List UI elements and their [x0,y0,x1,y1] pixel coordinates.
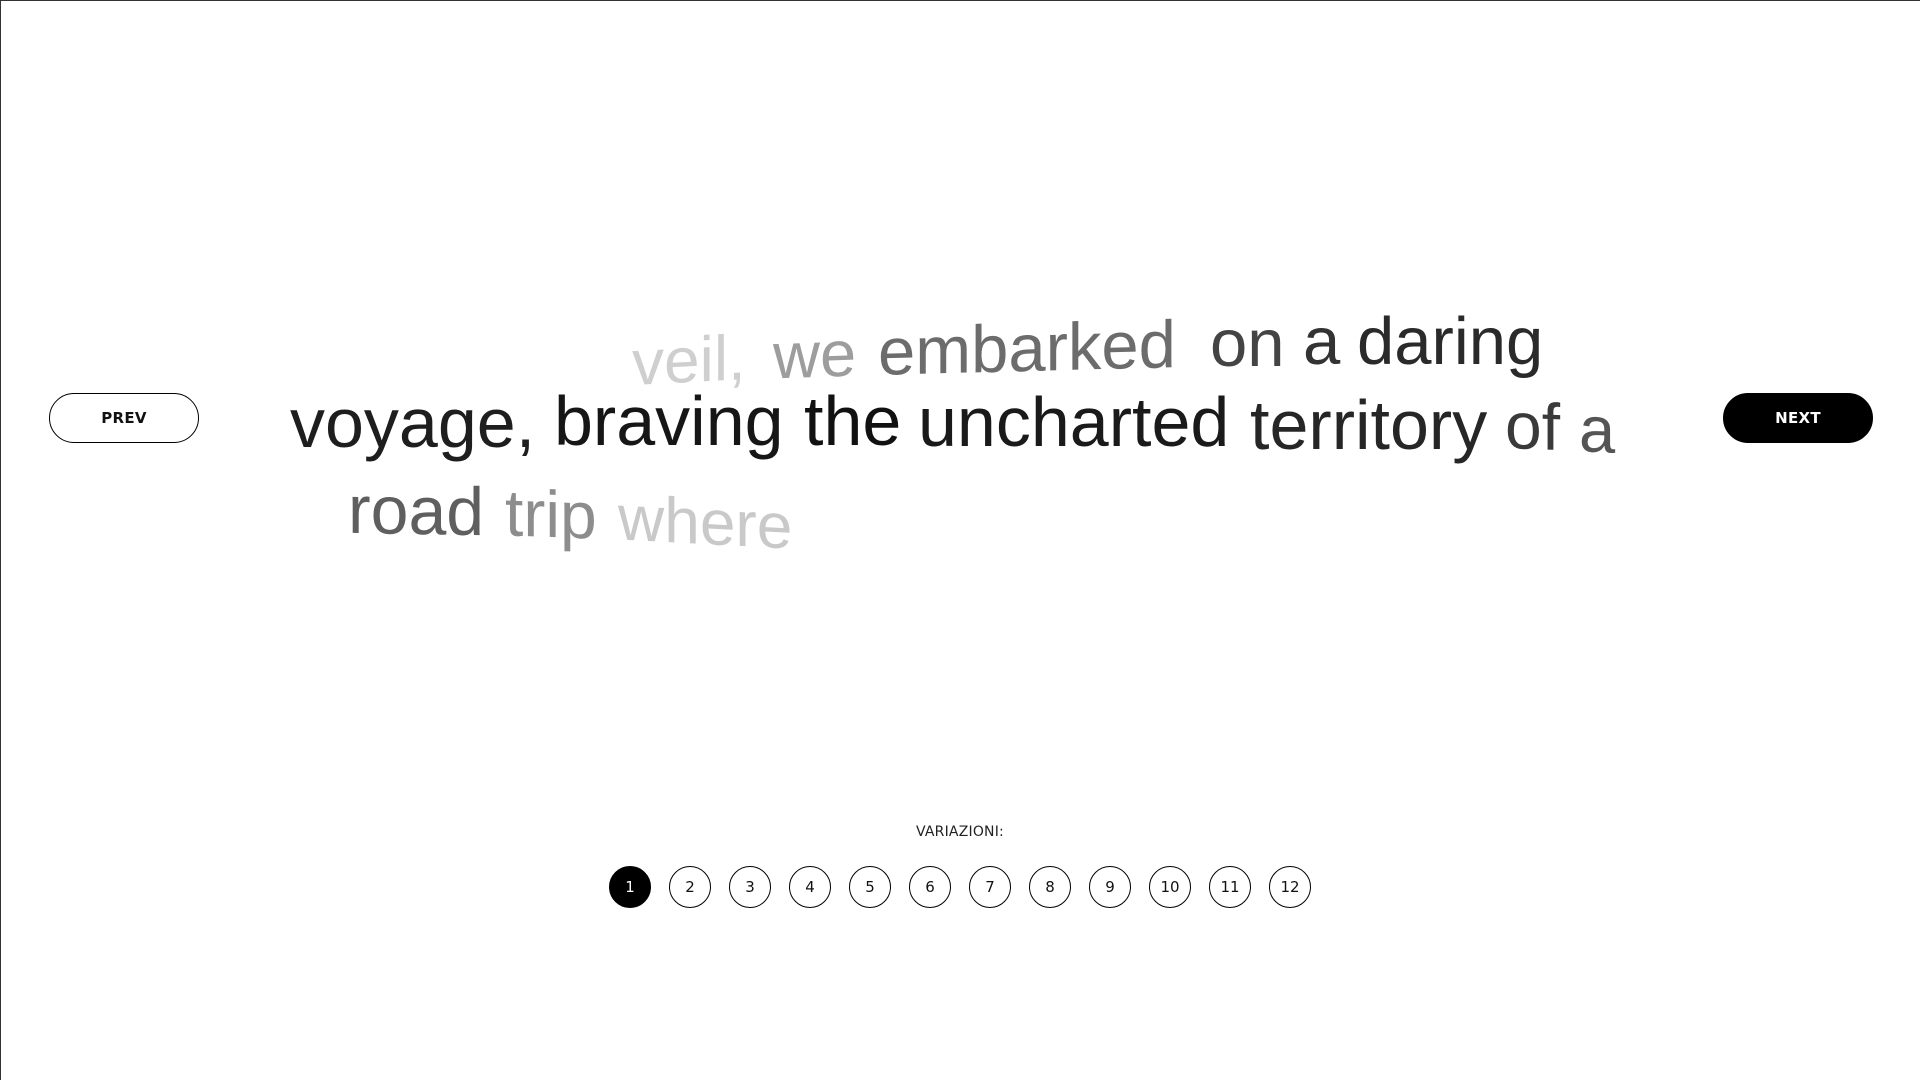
text-word: where [618,481,793,563]
text-word: we [773,316,857,393]
text-word: territory [1250,386,1488,464]
text-word: braving [554,382,784,460]
animated-text: veil, we embarked on a daring voyage, br… [0,0,1920,1080]
variation-dot-9[interactable]: 9 [1089,866,1131,908]
variation-dot-1[interactable]: 1 [609,866,651,908]
variation-dot-3[interactable]: 3 [729,866,771,908]
text-word: voyage, [290,384,536,462]
variation-dot-11[interactable]: 11 [1209,866,1251,908]
variation-dot-2[interactable]: 2 [669,866,711,908]
text-word: uncharted [918,383,1230,461]
text-word: trip [505,475,597,553]
variation-dot-4[interactable]: 4 [789,866,831,908]
text-word: embarked [878,307,1176,390]
text-word: road [348,471,485,551]
variation-dot-7[interactable]: 7 [969,866,1011,908]
text-word: the [804,382,902,460]
variation-dot-5[interactable]: 5 [849,866,891,908]
text-word: daring [1357,304,1544,379]
variation-dot-8[interactable]: 8 [1029,866,1071,908]
text-word: a [1303,304,1341,379]
variation-dot-12[interactable]: 12 [1269,866,1311,908]
text-word: on [1210,306,1285,381]
variation-dot-10[interactable]: 10 [1149,866,1191,908]
text-word: a [1579,392,1616,467]
text-word: of [1505,388,1561,464]
variation-dot-6[interactable]: 6 [909,866,951,908]
variations-label: VARIAZIONI: [916,824,1004,840]
